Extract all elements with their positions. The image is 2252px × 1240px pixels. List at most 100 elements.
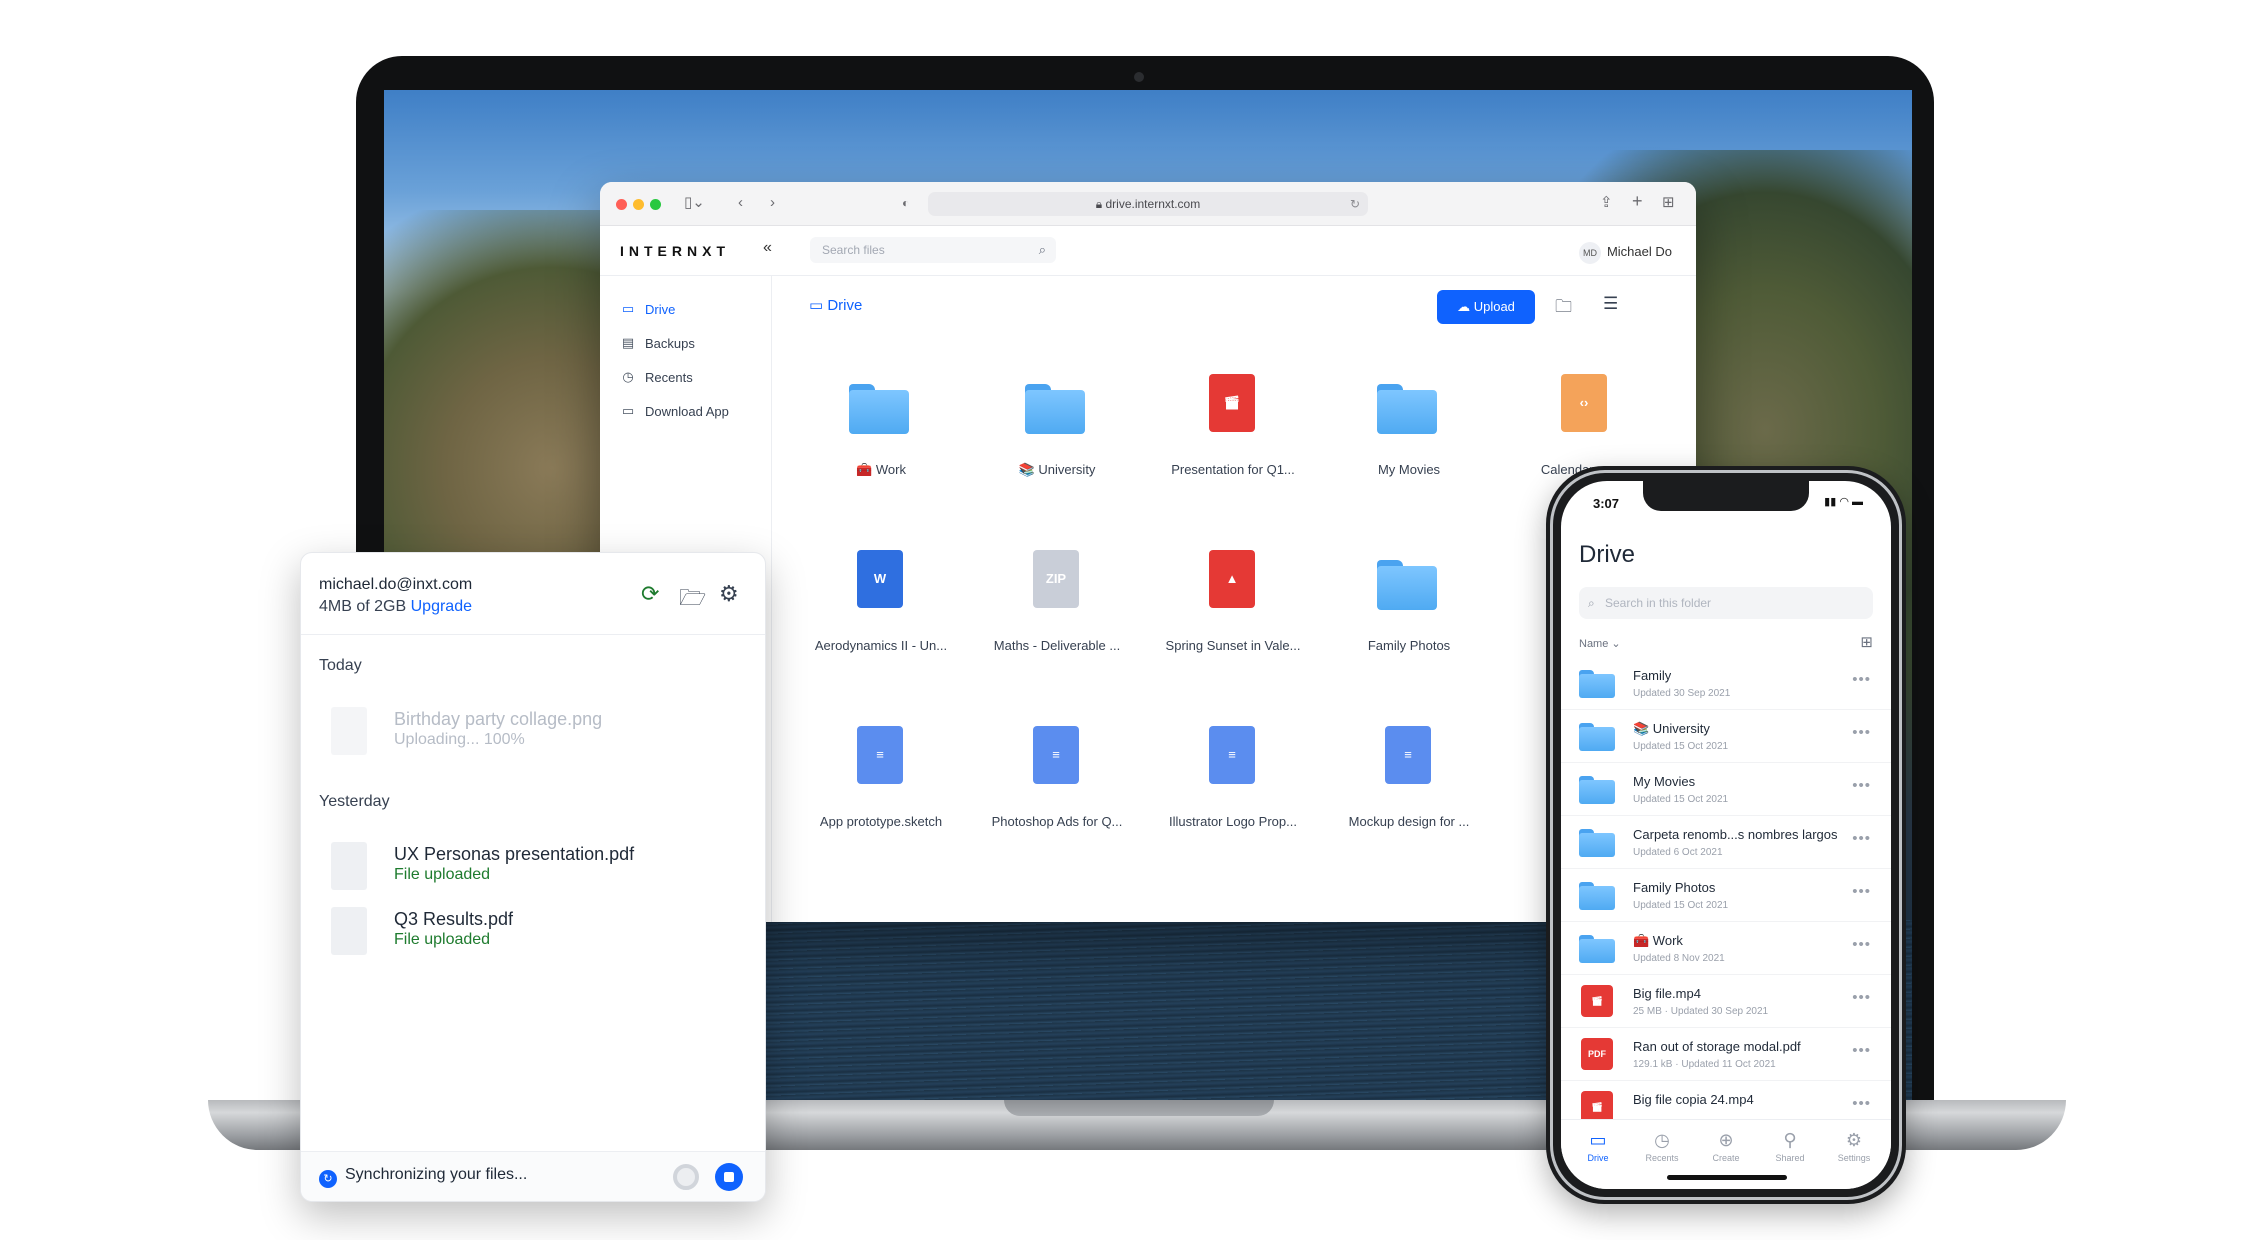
file-item[interactable]: Family Photos: [1329, 532, 1489, 692]
list-item[interactable]: Family Photos Updated 15 Oct 2021 •••: [1561, 869, 1891, 922]
tab-drive[interactable]: ▭ Drive: [1566, 1130, 1630, 1163]
file-item[interactable]: ≡ Illustrator Logo Prop...: [1153, 708, 1313, 868]
sidebar-item-download-app[interactable]: ▭ Download App: [600, 394, 771, 428]
more-options-icon[interactable]: •••: [1852, 936, 1871, 953]
file-icon: [331, 842, 367, 890]
list-item[interactable]: PDF Ran out of storage modal.pdf 129.1 kB …: [1561, 1028, 1891, 1081]
file-item[interactable]: ▲ Spring Sunset in Vale...: [1153, 532, 1313, 692]
more-options-icon[interactable]: •••: [1852, 1095, 1871, 1112]
item-name: My Movies: [1633, 774, 1696, 789]
sync-status-icon[interactable]: ⟳: [641, 581, 659, 607]
file-item[interactable]: ≡ Mockup design for ...: [1329, 708, 1489, 868]
list-item[interactable]: Q3 Results.pdf File uploaded: [331, 903, 751, 963]
more-options-icon[interactable]: •••: [1852, 883, 1871, 900]
item-name: Ran out of storage modal.pdf: [1633, 1039, 1801, 1054]
list-item[interactable]: Carpeta renomb...s nombres largos Updated…: [1561, 816, 1891, 869]
sidebar-toggle-icon[interactable]: ▯⌄: [684, 193, 705, 213]
address-bar[interactable]: 🔒︎ drive.internxt.com ↻: [928, 192, 1368, 216]
plus-icon: ⊕: [1718, 1130, 1734, 1150]
sidebar-item-label: Backups: [645, 335, 695, 351]
more-options-icon[interactable]: •••: [1852, 724, 1871, 741]
folder-icon[interactable]: 🗁︎: [679, 581, 706, 619]
list-item[interactable]: UX Personas presentation.pdf File upload…: [331, 838, 751, 898]
sort-dropdown[interactable]: Name ⌄: [1579, 637, 1621, 650]
list-item[interactable]: 🧰 Work Updated 8 Nov 2021 •••: [1561, 922, 1891, 975]
collapse-sidebar-icon[interactable]: «: [763, 239, 772, 257]
search-input[interactable]: ⌕ Search in this folder: [1579, 587, 1873, 619]
file-item[interactable]: ZIP Maths - Deliverable ...: [977, 532, 1137, 692]
reload-icon[interactable]: ↻: [1350, 192, 1360, 216]
forward-arrow-icon[interactable]: ›: [770, 193, 775, 213]
zip-file-icon: ZIP: [1033, 550, 1079, 608]
pdf-file-icon: PDF: [1581, 1038, 1613, 1070]
more-options-icon[interactable]: •••: [1852, 671, 1871, 688]
file-name: Aerodynamics II - Un...: [814, 638, 948, 653]
list-item[interactable]: Birthday party collage.png Uploading... …: [331, 703, 751, 763]
file-item[interactable]: 📚 University: [977, 356, 1137, 516]
zoom-window-button[interactable]: [650, 199, 661, 210]
avatar: MD: [1578, 242, 1601, 264]
more-options-icon[interactable]: •••: [1852, 777, 1871, 794]
laptop-camera: [1134, 72, 1144, 82]
user-menu[interactable]: MD Michael Do: [1578, 242, 1672, 264]
back-arrow-icon[interactable]: ‹: [738, 193, 743, 213]
item-meta: Updated 6 Oct 2021: [1633, 847, 1723, 858]
sidebar-item-recents[interactable]: ◷ Recents: [600, 360, 771, 394]
file-item[interactable]: 🧰 Work: [801, 356, 961, 516]
tab-recents[interactable]: ◷ Recents: [1630, 1130, 1694, 1163]
share-icon[interactable]: ⇪: [1600, 193, 1613, 213]
gear-icon: ⚙: [1845, 1130, 1863, 1150]
item-meta: Updated 15 Oct 2021: [1633, 900, 1729, 911]
list-item[interactable]: 🎬︎ Big file.mp4 25 MB · Updated 30 Sep 202…: [1561, 975, 1891, 1028]
upgrade-link[interactable]: Upgrade: [411, 598, 472, 615]
stop-sync-button[interactable]: [715, 1163, 743, 1191]
new-tab-icon[interactable]: +: [1632, 191, 1643, 211]
upload-label: Upload: [1473, 299, 1515, 314]
page-title: Drive: [1579, 541, 1636, 568]
tab-shared[interactable]: ⚲ Shared: [1758, 1130, 1822, 1163]
folder-body: [1579, 886, 1615, 910]
usage-text: 4MB of 2GB: [319, 598, 407, 615]
file-item[interactable]: W Aerodynamics II - Un...: [801, 532, 961, 692]
item-name: Big file copia 24.mp4: [1633, 1092, 1754, 1107]
file-item[interactable]: 🎬︎ Presentation for Q1...: [1153, 356, 1313, 516]
grid-view-icon[interactable]: ⊞: [1860, 633, 1873, 651]
file-status: File uploaded: [394, 866, 491, 883]
file-name: Mockup design for ...: [1348, 814, 1470, 829]
file-item[interactable]: ≡ Photoshop Ads for Q...: [977, 708, 1137, 868]
file-item[interactable]: My Movies: [1329, 356, 1489, 516]
shield-icon[interactable]: ◐: [902, 193, 909, 213]
doc-file-icon: ≡: [1033, 726, 1079, 784]
minimize-window-button[interactable]: [633, 199, 644, 210]
tab-create[interactable]: ⊕ Create: [1694, 1130, 1758, 1163]
list-view-icon[interactable]: ☰: [1603, 294, 1618, 314]
upload-button[interactable]: ☁ Upload: [1437, 290, 1535, 324]
more-options-icon[interactable]: •••: [1852, 1042, 1871, 1059]
item-meta: Updated 30 Sep 2021: [1633, 688, 1731, 699]
search-icon: ⌕: [1588, 596, 1595, 610]
more-options-icon[interactable]: •••: [1852, 989, 1871, 1006]
list-item[interactable]: Family Updated 30 Sep 2021 •••: [1561, 657, 1891, 710]
search-input[interactable]: Search files ⌕: [810, 237, 1056, 263]
folder-icon: [1377, 560, 1437, 610]
sidebar-item-backups[interactable]: ▤ Backups: [600, 326, 771, 360]
breadcrumb[interactable]: ▭ Drive: [809, 296, 862, 314]
tab-overview-icon[interactable]: ⊞: [1662, 193, 1675, 213]
more-options-icon[interactable]: •••: [1852, 830, 1871, 847]
gear-icon[interactable]: ⚙: [719, 581, 739, 607]
folder-icon: [1579, 935, 1615, 963]
file-name: Q3 Results.pdf: [394, 909, 514, 929]
close-window-button[interactable]: [616, 199, 627, 210]
sidebar-item-drive[interactable]: ▭ Drive: [600, 292, 771, 326]
lock-icon: 🔒︎: [1095, 197, 1106, 211]
file-item[interactable]: ≡ App prototype.sketch: [801, 708, 961, 868]
tab-settings[interactable]: ⚙ Settings: [1822, 1130, 1886, 1163]
doc-file-icon: ≡: [1385, 726, 1431, 784]
item-meta: Updated 15 Oct 2021: [1633, 794, 1729, 805]
list-item[interactable]: 📚 University Updated 15 Oct 2021 •••: [1561, 710, 1891, 763]
section-today: Today: [319, 657, 362, 674]
list-item[interactable]: My Movies Updated 15 Oct 2021 •••: [1561, 763, 1891, 816]
new-folder-icon[interactable]: 🗀︎: [1555, 294, 1572, 323]
file-name: 🧰 Work: [856, 462, 906, 477]
file-name: Family Photos: [1367, 638, 1451, 653]
